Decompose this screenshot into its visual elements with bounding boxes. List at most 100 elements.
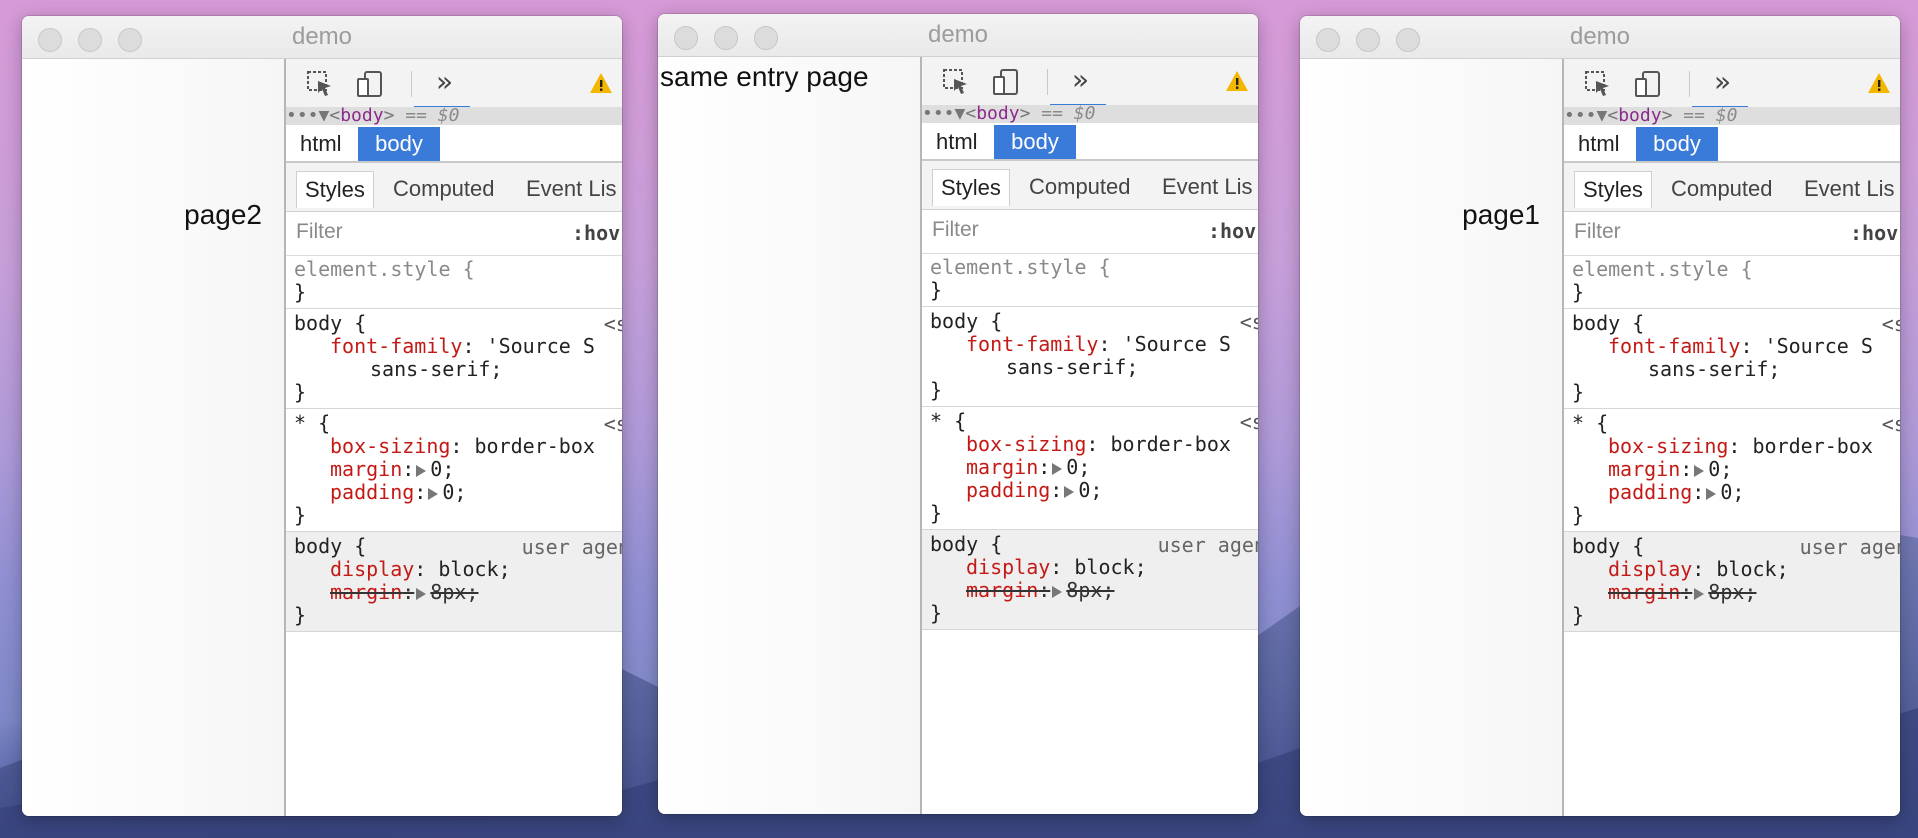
window-title: demo (1569, 23, 1631, 50)
toolbar-separator (411, 71, 412, 97)
styles-subtabs: Styles Computed Event Lis (1564, 163, 1900, 212)
tab-styles[interactable]: Styles (932, 169, 1010, 206)
rule-user-agent-body[interactable]: body { user agent display: block; margin… (286, 532, 622, 632)
more-tools-icon[interactable]: » (1072, 63, 1089, 96)
inspect-element-icon[interactable] (1584, 70, 1612, 98)
window-title: demo (291, 23, 353, 50)
rule-source-link[interactable]: <style (1882, 312, 1900, 336)
expand-triangle-icon[interactable] (1052, 462, 1063, 475)
inspect-element-icon[interactable] (306, 70, 334, 98)
styles-subtabs: Styles Computed Event Lis (286, 163, 622, 212)
styles-filter: Filter :hov (922, 209, 1258, 254)
window-titlebar[interactable]: demo (22, 16, 622, 59)
rule-user-agent-body[interactable]: body { user agent display: block; margin… (1564, 532, 1900, 632)
rule-source-link[interactable]: <style (1882, 412, 1900, 436)
tab-event-listeners[interactable]: Event Lis (1162, 169, 1253, 205)
filter-input[interactable]: Filter (1574, 220, 1621, 244)
dom-selection-bar[interactable]: •••▼<body> == $0 (922, 105, 1258, 123)
device-toolbar-icon[interactable] (356, 70, 384, 98)
page-viewport: same entry page (658, 57, 922, 814)
style-rules: element.style { } body { <style font-fam… (1564, 255, 1900, 632)
filter-input[interactable]: Filter (932, 218, 979, 242)
device-toolbar-icon[interactable] (1634, 70, 1662, 98)
page-label: page1 (1462, 199, 1540, 230)
dom-selected-marker: == $0 (1030, 105, 1096, 123)
tab-event-listeners[interactable]: Event Lis (1804, 171, 1895, 207)
styles-subtabs: Styles Computed Event Lis (922, 161, 1258, 210)
styles-filter: Filter :hov (1564, 211, 1900, 256)
device-toolbar-icon[interactable] (992, 68, 1020, 96)
ellipsis-icon: •••▼ (1564, 107, 1608, 125)
hover-state-toggle[interactable]: :hov (1850, 221, 1898, 245)
more-tools-icon[interactable]: » (1714, 65, 1731, 98)
expand-triangle-icon[interactable] (428, 487, 439, 500)
breadcrumb: html body (922, 123, 1258, 161)
tab-styles[interactable]: Styles (1574, 171, 1652, 208)
page-viewport: page2 (22, 59, 286, 816)
rule-element-style[interactable]: element.style { } (1564, 255, 1900, 309)
rule-universal[interactable]: * { <style box-sizing: border-box margin… (1564, 409, 1900, 532)
hover-state-toggle[interactable]: :hov (1208, 219, 1256, 243)
devtools-toolbar: » (1564, 59, 1900, 109)
expand-triangle-icon[interactable] (1052, 585, 1063, 598)
styles-filter: Filter :hov (286, 211, 622, 256)
breadcrumb-body[interactable]: body (1636, 127, 1718, 161)
browser-window-page1: demo page1 » •••▼<body> == $0 html body … (1300, 16, 1900, 816)
expand-triangle-icon[interactable] (1694, 464, 1705, 477)
breadcrumb-body[interactable]: body (994, 125, 1076, 159)
page-label: page2 (184, 199, 262, 230)
expand-triangle-icon[interactable] (1706, 487, 1717, 500)
warning-icon[interactable] (1867, 72, 1891, 94)
page-viewport: page1 (1300, 59, 1564, 816)
rule-universal[interactable]: * { <style box-sizing: border-box margin… (286, 409, 622, 532)
rule-body-font[interactable]: body { <style font-family: 'Source S san… (1564, 309, 1900, 409)
browser-window-page2: demo page2 » •••▼<body> == $0 html body … (22, 16, 622, 816)
window-titlebar[interactable]: demo (658, 14, 1258, 57)
more-tools-icon[interactable]: » (436, 65, 453, 98)
rule-element-style[interactable]: element.style { } (286, 255, 622, 309)
breadcrumb-html[interactable]: html (296, 127, 346, 161)
expand-triangle-icon[interactable] (416, 587, 427, 600)
rule-universal[interactable]: * { <style box-sizing: border-box margin… (922, 407, 1258, 530)
warning-icon[interactable] (1225, 70, 1249, 92)
rule-source-link[interactable]: <style (604, 312, 622, 336)
devtools-toolbar: » (922, 57, 1258, 107)
toolbar-separator (1689, 71, 1690, 97)
dom-tag: body (1618, 107, 1662, 125)
breadcrumb: html body (1564, 125, 1900, 163)
rule-source-link[interactable]: <style (1240, 310, 1258, 334)
style-rules: element.style { } body { <style font-fam… (286, 255, 622, 632)
devtools-panel: » •••▼<body> == $0 html body Styles Comp… (1564, 59, 1900, 816)
hover-state-toggle[interactable]: :hov (572, 221, 620, 245)
dom-selection-bar[interactable]: •••▼<body> == $0 (1564, 107, 1900, 125)
breadcrumb-html[interactable]: html (1574, 127, 1624, 161)
breadcrumb-body[interactable]: body (358, 127, 440, 161)
user-agent-label: user agent (1799, 535, 1900, 559)
browser-window-entry: demo same entry page » •••▼<body> == $0 … (658, 14, 1258, 814)
dom-selection-bar[interactable]: •••▼<body> == $0 (286, 107, 622, 125)
expand-triangle-icon[interactable] (1064, 485, 1075, 498)
tab-computed[interactable]: Computed (1671, 171, 1773, 207)
dom-selected-marker: == $0 (1672, 107, 1738, 125)
warning-icon[interactable] (589, 72, 613, 94)
tab-styles[interactable]: Styles (296, 171, 374, 208)
window-titlebar[interactable]: demo (1300, 16, 1900, 59)
style-rules: element.style { } body { <style font-fam… (922, 253, 1258, 630)
inspect-element-icon[interactable] (942, 68, 970, 96)
rule-body-font[interactable]: body { <style font-family: 'Source S san… (286, 309, 622, 409)
tab-computed[interactable]: Computed (1029, 169, 1131, 205)
devtools-toolbar: » (286, 59, 622, 109)
breadcrumb-html[interactable]: html (932, 125, 982, 159)
rule-user-agent-body[interactable]: body { user agent display: block; margin… (922, 530, 1258, 630)
rule-element-style[interactable]: element.style { } (922, 253, 1258, 307)
expand-triangle-icon[interactable] (1694, 587, 1705, 600)
expand-triangle-icon[interactable] (416, 464, 427, 477)
ellipsis-icon: •••▼ (922, 105, 966, 123)
tab-event-listeners[interactable]: Event Lis (526, 171, 617, 207)
rule-source-link[interactable]: <style (604, 412, 622, 436)
filter-input[interactable]: Filter (296, 220, 343, 244)
rule-body-font[interactable]: body { <style font-family: 'Source S san… (922, 307, 1258, 407)
rule-source-link[interactable]: <style (1240, 410, 1258, 434)
tab-computed[interactable]: Computed (393, 171, 495, 207)
dom-tag: body (340, 107, 384, 125)
